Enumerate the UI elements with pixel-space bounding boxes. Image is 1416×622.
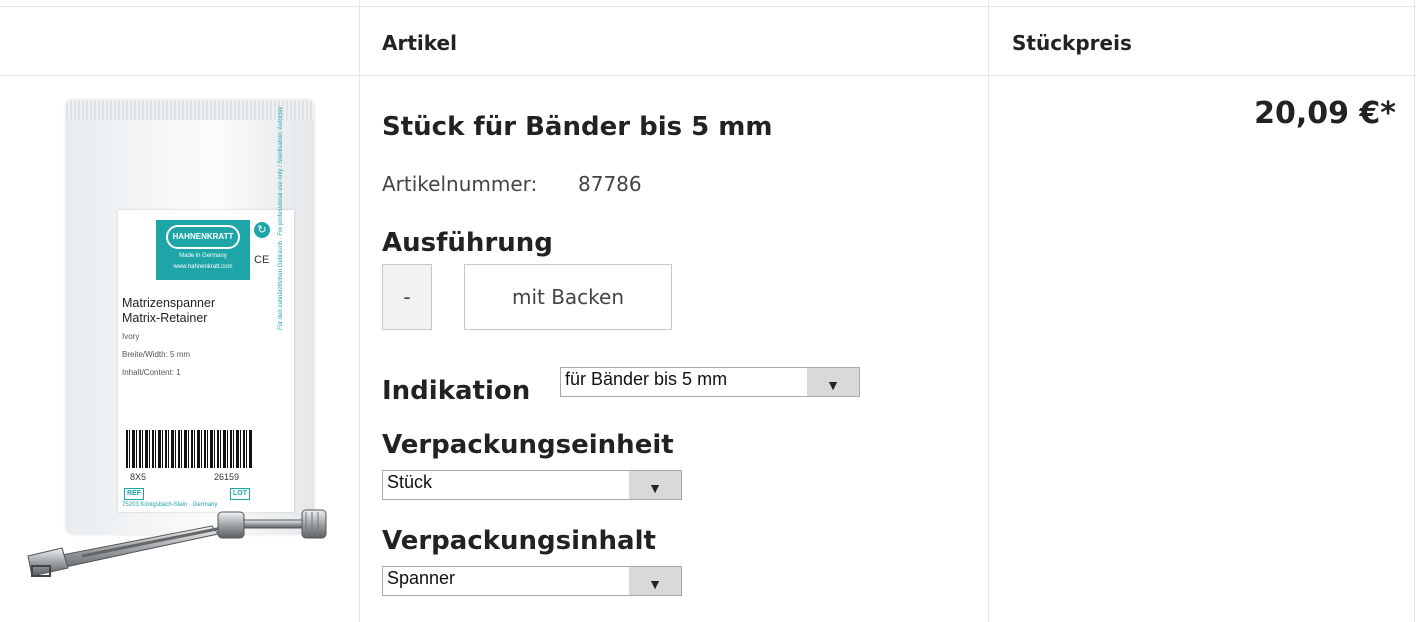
brand-website: www.hahnenkratt.com	[173, 264, 233, 270]
heading-verpackungseinheit: Verpackungseinheit	[382, 430, 674, 460]
indikation-select[interactable]: für Bänder bis 5 mm ▼	[560, 367, 860, 397]
column-divider	[1414, 0, 1415, 622]
recycle-icon: ↻	[254, 222, 270, 238]
bag-seal	[66, 100, 314, 120]
package-label: HAHNENKRATT Made in Germany www.hahnenkr…	[118, 107, 294, 512]
label-product-name: Matrizenspanner Matrix-Retainer	[122, 296, 215, 326]
article-number-value: 87786	[578, 172, 642, 196]
chevron-down-icon: ▼	[807, 368, 859, 396]
label-width: Breite/Width: 5 mm	[122, 350, 191, 359]
verpackungseinheit-select[interactable]: Stück ▼	[382, 470, 682, 500]
heading-indikation: Indikation	[382, 376, 531, 406]
verpackungsinhalt-select[interactable]: Spanner ▼	[382, 566, 682, 596]
row-divider	[0, 75, 1416, 76]
product-title: Stück für Bänder bis 5 mm	[382, 112, 773, 142]
package-bag: HAHNENKRATT Made in Germany www.hahnenkr…	[66, 100, 314, 534]
product-image[interactable]: HAHNENKRATT Made in Germany www.hahnenkr…	[22, 92, 342, 590]
product-table: Artikel Stückpreis HAHNENKRATT Made in G…	[0, 0, 1416, 622]
indikation-selected-value: für Bänder bis 5 mm	[565, 369, 728, 389]
label-color: Ivory	[122, 332, 140, 341]
header-unit-price: Stückpreis	[1012, 31, 1132, 55]
ce-mark: CE	[254, 254, 270, 266]
row-divider	[0, 6, 1416, 7]
heading-ausfuehrung: Ausführung	[382, 228, 553, 258]
label-side-text: Für den zahnärztlichen Gebrauch · For pr…	[278, 106, 284, 330]
column-divider	[359, 0, 360, 622]
verpackungseinheit-selected-value: Stück	[387, 472, 433, 492]
unit-price: 20,09 €*	[1254, 96, 1396, 131]
heading-verpackungsinhalt: Verpackungsinhalt	[382, 526, 656, 556]
barcode-right-text: 26159	[214, 472, 240, 482]
brand-made-in: Made in Germany	[179, 253, 227, 259]
article-number-label: Artikelnummer:	[382, 172, 538, 196]
verpackungsinhalt-selected-value: Spanner	[387, 568, 456, 588]
matrix-retainer-tool	[27, 509, 327, 577]
option-mit-backen-button[interactable]: mit Backen	[464, 264, 672, 330]
brand-logo: HAHNENKRATT	[166, 225, 240, 249]
barcode	[126, 430, 252, 468]
chevron-down-icon: ▼	[629, 567, 681, 595]
label-name-en: Matrix-Retainer	[122, 311, 208, 325]
column-divider	[988, 0, 989, 622]
brand-logo-box: HAHNENKRATT Made in Germany www.hahnenkr…	[156, 220, 250, 280]
label-content: Inhalt/Content: 1	[122, 368, 181, 377]
chevron-down-icon: ▼	[629, 471, 681, 499]
option-none-button[interactable]: -	[382, 264, 432, 330]
header-article: Artikel	[382, 31, 457, 55]
barcode-left-text: 8X5	[130, 472, 147, 482]
label-name-de: Matrizenspanner	[122, 296, 216, 310]
